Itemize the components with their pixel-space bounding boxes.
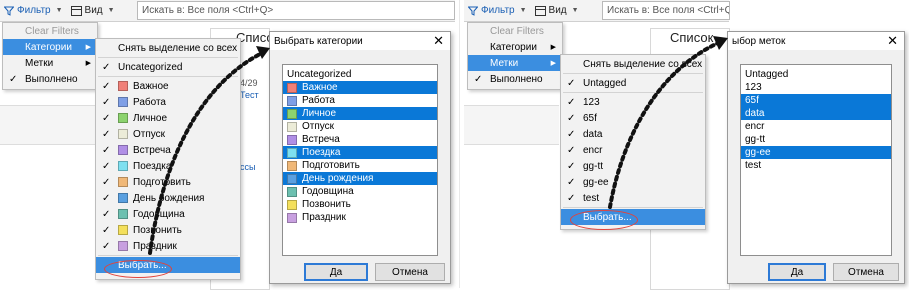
annotation-arrow-left [148,51,264,255]
annotation-arrows [148,36,728,255]
annotation-arrow-right [608,41,720,209]
